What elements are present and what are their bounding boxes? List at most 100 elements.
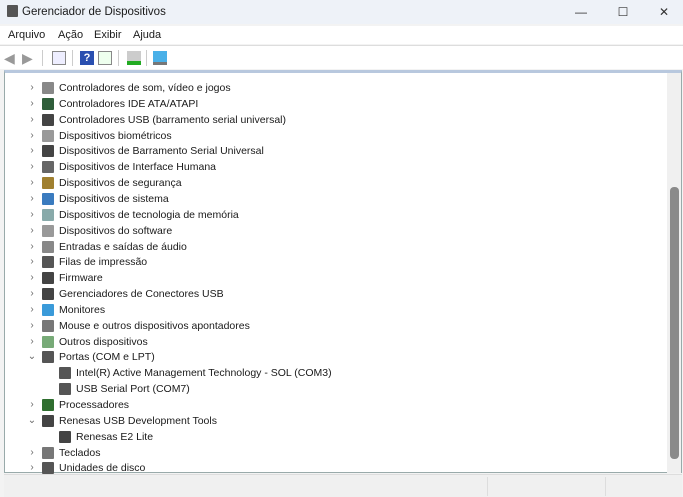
device-category-icon <box>42 240 54 253</box>
chevron-right-icon[interactable]: › <box>27 270 37 286</box>
tree-item[interactable]: › Entradas e saídas de áudio <box>5 239 665 255</box>
tree-item-label: Dispositivos do software <box>59 224 173 237</box>
tree-item[interactable]: › Teclados <box>5 445 665 461</box>
device-tree[interactable]: › Controladores de som, vídeo e jogos › Con… <box>4 70 682 475</box>
maximize-button[interactable]: ☐ <box>608 2 638 22</box>
tree-item[interactable]: Renesas E2 Lite <box>5 429 665 445</box>
tree-item[interactable]: › Dispositivos biométricos <box>5 128 665 144</box>
forward-icon[interactable]: ▶ <box>22 51 36 65</box>
device-category-icon <box>42 462 54 475</box>
tree-item-label: USB Serial Port (COM7) <box>76 383 190 396</box>
close-button[interactable]: ✕ <box>649 2 679 22</box>
tree-item[interactable]: › Firmware <box>5 270 665 286</box>
tree-item[interactable]: › Processadores <box>5 397 665 413</box>
tree-item-label: Filas de impressão <box>59 256 148 269</box>
properties-icon[interactable] <box>52 51 66 65</box>
back-icon[interactable]: ◀ <box>4 51 18 65</box>
chevron-right-icon[interactable]: › <box>27 207 37 223</box>
chevron-down-icon[interactable]: ⌄ <box>27 349 37 365</box>
minimize-button[interactable]: — <box>566 2 596 22</box>
tree-item-label: Processadores <box>59 399 130 411</box>
menu-ajuda[interactable]: Ajuda <box>133 29 161 41</box>
tree-item[interactable]: › Controladores USB (barramento serial un… <box>5 112 665 128</box>
update-driver-icon[interactable] <box>127 51 141 65</box>
tree-item[interactable]: › Dispositivos de segurança <box>5 175 665 191</box>
tree-item[interactable]: › Dispositivos de Interface Humana <box>5 159 665 175</box>
device-category-icon <box>42 224 54 237</box>
chevron-right-icon[interactable]: › <box>27 191 37 207</box>
tree-item[interactable]: ⌄ Portas (COM e LPT) <box>5 349 665 365</box>
tree-item[interactable]: › Dispositivos de Barramento Serial Unive… <box>5 143 665 159</box>
chevron-right-icon[interactable]: › <box>27 80 37 96</box>
chevron-right-icon[interactable]: › <box>27 286 37 302</box>
device-category-icon <box>42 272 54 285</box>
view-icon[interactable] <box>98 51 112 65</box>
chevron-right-icon[interactable]: › <box>27 143 37 159</box>
help-icon[interactable]: ? <box>80 51 94 65</box>
tree-item-label: Dispositivos biométricos <box>59 129 172 142</box>
tree-item[interactable]: › Mouse e outros dispositivos apontadores <box>5 318 665 334</box>
chevron-right-icon[interactable]: › <box>27 159 37 175</box>
device-category-icon <box>42 303 54 316</box>
tree-item-label: Controladores de som, vídeo e jogos <box>59 82 231 94</box>
tree-item-label: Monitores <box>59 303 106 316</box>
tree-item[interactable]: Intel(R) Active Management Technology - … <box>5 365 665 381</box>
chevron-right-icon[interactable]: › <box>27 318 37 334</box>
menu-bar: Arquivo Ação Exibir Ajuda <box>0 26 683 44</box>
title-bar: Gerenciador de Dispositivos — ☐ ✕ <box>0 0 683 24</box>
status-bar <box>4 474 682 497</box>
toolbar-separator <box>118 50 119 66</box>
chevron-right-icon[interactable]: › <box>27 96 37 112</box>
chevron-right-icon[interactable]: › <box>27 445 37 461</box>
device-category-icon <box>42 145 54 158</box>
tree-item[interactable]: › Dispositivos do software <box>5 223 665 239</box>
chevron-right-icon[interactable]: › <box>27 175 37 191</box>
tree-item-label: Dispositivos de Interface Humana <box>59 161 216 174</box>
vertical-scrollbar[interactable] <box>667 73 681 473</box>
tree-item[interactable]: › Dispositivos de sistema <box>5 191 665 207</box>
device-category-icon <box>42 192 54 205</box>
tree-item[interactable]: › Controladores de som, vídeo e jogos <box>5 80 665 96</box>
scrollbar-thumb[interactable] <box>670 187 679 459</box>
tree-item-label: Entradas e saídas de áudio <box>59 240 187 253</box>
menu-acao[interactable]: Ação <box>58 29 83 41</box>
device-manager-icon <box>7 5 18 17</box>
toolbar-separator <box>42 50 43 66</box>
tree-item[interactable]: › Filas de impressão <box>5 254 665 270</box>
chevron-right-icon[interactable]: › <box>27 254 37 270</box>
device-category-icon <box>59 367 71 380</box>
menu-arquivo[interactable]: Arquivo <box>8 29 45 41</box>
tree-item-label: Teclados <box>59 446 101 459</box>
tree-item-label: Dispositivos de sistema <box>59 192 169 205</box>
device-category-icon <box>59 383 71 396</box>
device-category-icon <box>42 177 54 190</box>
scan-hardware-icon[interactable] <box>153 51 167 65</box>
tree-item[interactable]: › Outros dispositivos <box>5 334 665 350</box>
tree-item-label: Renesas USB Development Tools <box>59 414 217 427</box>
tree-item[interactable]: › Controladores IDE ATA/ATAPI <box>5 96 665 112</box>
tree-item[interactable]: › Monitores <box>5 302 665 318</box>
device-category-icon <box>42 113 54 126</box>
tree-item-label: Gerenciadores de Conectores USB <box>59 288 224 301</box>
chevron-right-icon[interactable]: › <box>27 112 37 128</box>
tree-item-label: Outros dispositivos <box>59 335 148 348</box>
tree-item[interactable]: › Dispositivos de tecnologia de memória <box>5 207 665 223</box>
menu-exibir[interactable]: Exibir <box>94 29 122 41</box>
device-category-icon <box>59 430 71 443</box>
chevron-right-icon[interactable]: › <box>27 334 37 350</box>
device-category-icon <box>42 97 54 110</box>
tree-item[interactable]: USB Serial Port (COM7) <box>5 381 665 397</box>
status-divider <box>605 477 606 496</box>
chevron-right-icon[interactable]: › <box>27 128 37 144</box>
chevron-right-icon[interactable]: › <box>27 239 37 255</box>
tree-item[interactable]: › Gerenciadores de Conectores USB <box>5 286 665 302</box>
toolbar-separator <box>146 50 147 66</box>
device-category-icon <box>42 319 54 332</box>
chevron-right-icon[interactable]: › <box>27 302 37 318</box>
chevron-down-icon[interactable]: ⌄ <box>27 413 37 429</box>
chevron-right-icon[interactable]: › <box>27 223 37 239</box>
chevron-right-icon[interactable]: › <box>27 397 37 413</box>
tree-item[interactable]: ⌄ Renesas USB Development Tools <box>5 413 665 429</box>
tree-item-label: Renesas E2 Lite <box>76 430 154 443</box>
window-title: Gerenciador de Dispositivos <box>22 6 166 18</box>
